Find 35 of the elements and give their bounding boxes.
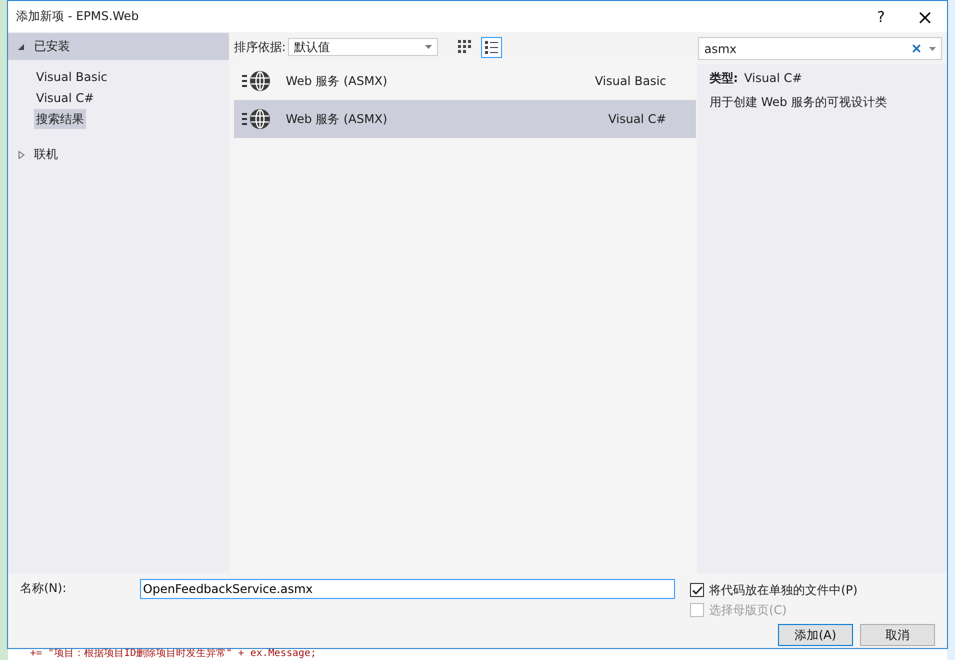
add-button[interactable]: 添加(A) <box>778 624 853 646</box>
tree-item[interactable]: Visual C# <box>34 88 96 108</box>
template-language: Visual Basic <box>594 74 666 88</box>
globe-icon <box>242 70 272 92</box>
checkbox[interactable] <box>690 583 704 597</box>
name-label: 名称(N): <box>20 580 68 597</box>
tree-item[interactable]: 已安装 <box>8 33 229 60</box>
name-field[interactable]: OpenFeedbackService.asmx <box>140 578 675 598</box>
search-field[interactable]: asmx <box>698 37 942 60</box>
sort-label: 排序依据: <box>234 38 286 56</box>
sort-dropdown[interactable]: 默认值 <box>288 38 438 56</box>
globe-icon <box>242 108 272 130</box>
template-item[interactable]: Web 服务 (ASMX) Visual Basic <box>234 62 696 100</box>
list-view-button[interactable] <box>480 36 502 58</box>
cancel-button[interactable]: 取消 <box>860 624 935 646</box>
expand-icon[interactable] <box>18 150 25 158</box>
help-button[interactable]: ? <box>859 1 903 32</box>
template-language: Visual C# <box>608 112 666 126</box>
caret-icon <box>424 45 432 49</box>
checkbox-label: 将代码放在单独的文件中(P) <box>709 582 858 598</box>
collapse-icon[interactable] <box>18 42 25 50</box>
template-name: Web 服务 (ASMX) <box>286 72 388 90</box>
tree-item[interactable]: 联机 <box>8 141 229 168</box>
window-title: 添加新项 - EPMS.Web <box>15 8 140 25</box>
description-text: 用于创建 Web 服务的可视设计类 <box>709 94 888 111</box>
template-item[interactable]: Web 服务 (ASMX) Visual C# <box>234 100 696 138</box>
caret-icon[interactable] <box>929 46 936 50</box>
type-value: Visual C# <box>744 70 802 87</box>
type-label: 类型: <box>709 70 738 87</box>
tree-item[interactable]: 搜索结果 <box>34 109 86 129</box>
template-name: Web 服务 (ASMX) <box>286 110 388 128</box>
close-button[interactable]: × <box>903 1 947 32</box>
checkbox-label: 选择母版页(C) <box>709 602 787 618</box>
clear-icon[interactable] <box>912 44 921 53</box>
tree-item[interactable]: Visual Basic <box>34 67 110 87</box>
